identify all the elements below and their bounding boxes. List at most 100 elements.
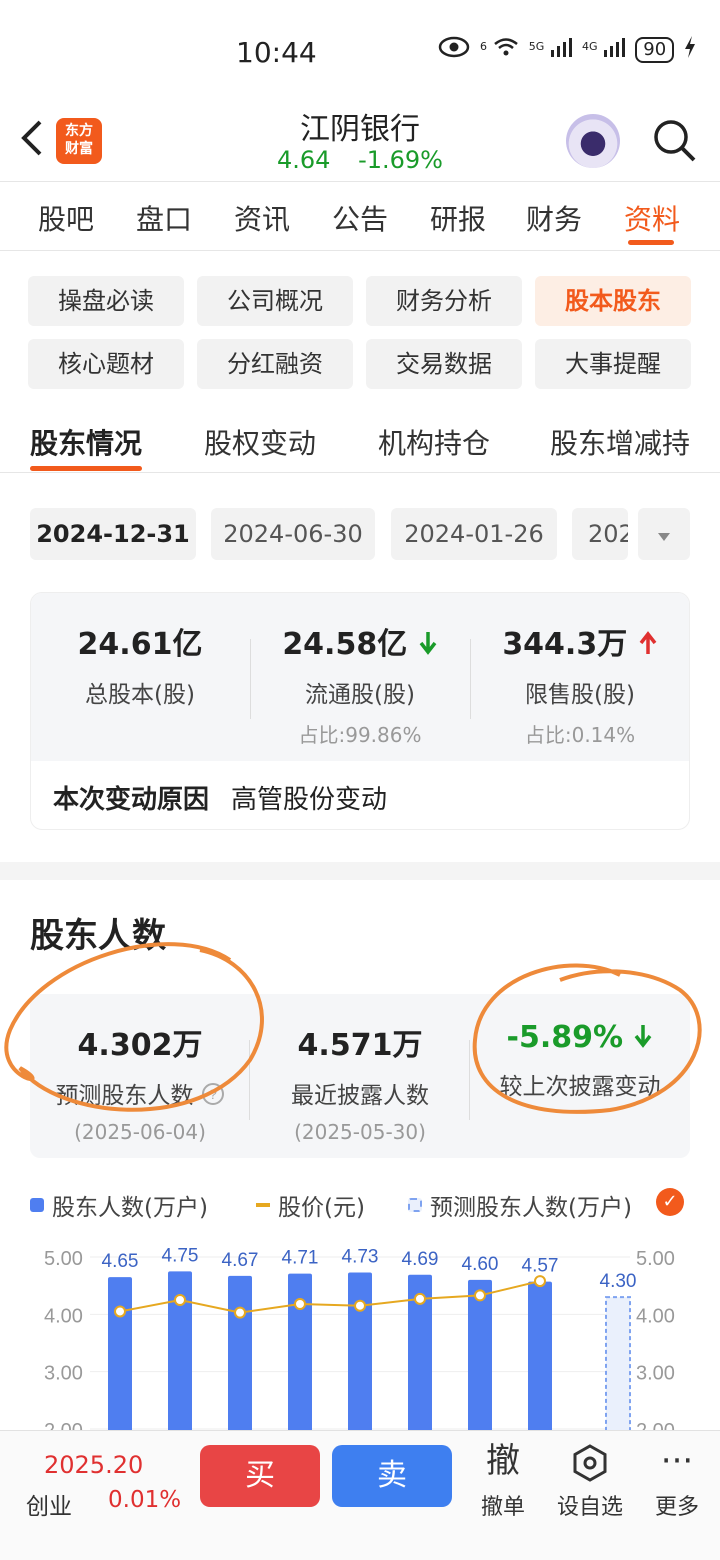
- restricted-shares: 344.3万 限售股(股) 占比:0.14%: [471, 619, 689, 748]
- add-watchlist-button[interactable]: 设自选: [545, 1439, 635, 1521]
- buy-button[interactable]: 买: [200, 1445, 320, 1507]
- index-change[interactable]: 0.01%: [108, 1487, 181, 1513]
- tab-news[interactable]: 资讯: [234, 198, 290, 238]
- bar-value-label: 4.71: [282, 1248, 319, 1269]
- eye-icon: [438, 36, 470, 63]
- date-chip[interactable]: 2024-06-30: [211, 508, 375, 560]
- bar-value-label: 4.60: [462, 1254, 499, 1275]
- y-tick-left: 5.00: [44, 1248, 83, 1270]
- tab-pankou[interactable]: 盘口: [136, 198, 192, 238]
- active-tab-indicator: [628, 240, 674, 245]
- predicted-bar-label: 4.30: [600, 1271, 637, 1292]
- wifi-icon: 6: [480, 37, 519, 62]
- tab-announcements[interactable]: 公告: [332, 198, 388, 238]
- date-chip[interactable]: 2024-01-26: [391, 508, 557, 560]
- search-button[interactable]: [652, 118, 696, 162]
- date-dropdown-button[interactable]: [638, 508, 690, 560]
- search-icon: [654, 120, 696, 162]
- date-chip-selected[interactable]: 2024-12-31: [30, 508, 196, 560]
- chip-financial-analysis[interactable]: 财务分析: [366, 276, 522, 326]
- y-tick-right: 4.00: [636, 1305, 675, 1327]
- chip-share-capital[interactable]: 股本股东: [535, 276, 691, 326]
- tab-guba[interactable]: 股吧: [38, 198, 94, 238]
- legend-predicted[interactable]: 预测股东人数(万户): [408, 1188, 632, 1222]
- index-name[interactable]: 创业: [26, 1487, 72, 1521]
- change-reason-label: 本次变动原因: [53, 785, 210, 815]
- tab-research[interactable]: 研报: [430, 198, 486, 238]
- subtab-holding-changes[interactable]: 股东增减持: [550, 422, 690, 462]
- subtab-shareholders[interactable]: 股东情况: [30, 422, 142, 462]
- y-tick-right: 5.00: [636, 1248, 675, 1270]
- bar: [528, 1281, 552, 1432]
- bar-value-label: 4.73: [342, 1246, 379, 1267]
- bottom-toolbar: 2025.20 创业 0.01% 买 卖 撤 撤单 设自选 ··· 更多: [0, 1430, 720, 1560]
- change-reason-value: 高管股份变动: [231, 785, 388, 815]
- circulating-shares: 24.58亿 流通股(股) 占比:99.86%: [251, 619, 469, 748]
- arrow-down-icon: [419, 632, 437, 655]
- battery-icon: 90: [635, 36, 675, 63]
- chart-svg: 5.00 5.004.00 4.003.00 3.002.00 2.004.65 4.75…: [44, 1245, 675, 1432]
- price-point: [354, 1299, 366, 1312]
- cancel-order-button[interactable]: 撤 撤单: [458, 1439, 548, 1521]
- sell-button[interactable]: 卖: [332, 1445, 452, 1507]
- check-icon[interactable]: ✓: [656, 1188, 684, 1216]
- share-capital-card: 24.61亿 总股本(股) 24.58亿 流通股(股) 占比:99.86% 34…: [30, 592, 690, 830]
- bar-value-label: 4.65: [102, 1251, 139, 1272]
- annotation-circles: [4, 942, 702, 1114]
- bar-value-label: 4.69: [402, 1249, 439, 1270]
- annotation-circle: [472, 963, 702, 1114]
- date-chip[interactable]: 202: [572, 508, 628, 560]
- chip-trading-data[interactable]: 交易数据: [366, 339, 522, 389]
- stock-header: 东方 财富 江阴银行 4.64 -1.69%: [0, 100, 720, 182]
- index-value[interactable]: 2025.20: [44, 1451, 143, 1479]
- bar: [468, 1279, 492, 1432]
- divider: [0, 472, 720, 473]
- bar: [108, 1277, 132, 1432]
- bar-value-label: 4.57: [522, 1256, 559, 1277]
- price-point: [114, 1305, 126, 1318]
- annotation-circle: [4, 942, 264, 1112]
- predicted-bar: [605, 1296, 631, 1432]
- nav-tabs: 股吧 盘口 资讯 公告 研报 财务 资料: [0, 182, 720, 250]
- status-bar: 10:44 6 5G 4G 90: [0, 0, 720, 100]
- y-tick-right: 3.00: [636, 1363, 675, 1385]
- chip-trading-guide[interactable]: 操盘必读: [28, 276, 184, 326]
- chip-core-themes[interactable]: 核心题材: [28, 339, 184, 389]
- price-point: [294, 1298, 306, 1311]
- signal-4g-icon: 4G: [582, 37, 626, 62]
- bar: [228, 1275, 252, 1432]
- price-point: [174, 1294, 186, 1306]
- watchlist-icon: [573, 1443, 607, 1482]
- charging-icon: [684, 36, 696, 63]
- arrow-up-icon: [639, 631, 657, 654]
- assistant-robot-icon[interactable]: [566, 114, 620, 168]
- subtab-institutions[interactable]: 机构持仓: [378, 422, 490, 462]
- more-button[interactable]: ··· 更多: [632, 1439, 720, 1521]
- chip-company-overview[interactable]: 公司概况: [197, 276, 353, 326]
- tab-finance[interactable]: 财务: [526, 198, 582, 238]
- legend-price[interactable]: 股价(元): [256, 1188, 365, 1222]
- y-tick-left: 3.00: [44, 1363, 83, 1385]
- bar: [348, 1272, 372, 1432]
- price-point: [414, 1292, 426, 1305]
- price-point: [474, 1289, 486, 1302]
- stock-price: 4.64: [277, 146, 331, 174]
- legend-holders[interactable]: 股东人数(万户): [30, 1188, 208, 1222]
- status-icons: 6 5G 4G 90: [438, 36, 696, 63]
- divider: [0, 250, 720, 251]
- change-reason: 本次变动原因 高管股份变动: [53, 779, 387, 816]
- chip-events[interactable]: 大事提醒: [535, 339, 691, 389]
- signal-5g-icon: 5G: [529, 37, 572, 62]
- tab-profile[interactable]: 资料: [624, 198, 680, 238]
- subtab-equity-change[interactable]: 股权变动: [204, 422, 316, 462]
- more-icon: ···: [660, 1441, 694, 1481]
- cancel-order-icon: 撤: [486, 1441, 520, 1481]
- caret-down-icon: [658, 533, 670, 541]
- chip-dividends[interactable]: 分红融资: [197, 339, 353, 389]
- bar-value-label: 4.75: [162, 1245, 199, 1266]
- shareholder-chart: 5.00 5.00 4.00 4.00 3.00 3.00 2.00 2.00 4.65 4.75…: [0, 1232, 720, 1432]
- section-separator: [0, 862, 720, 880]
- total-shares: 24.61亿 总股本(股): [77, 627, 203, 708]
- bar-value-label: 4.67: [222, 1250, 259, 1271]
- stock-change: -1.69%: [358, 146, 443, 174]
